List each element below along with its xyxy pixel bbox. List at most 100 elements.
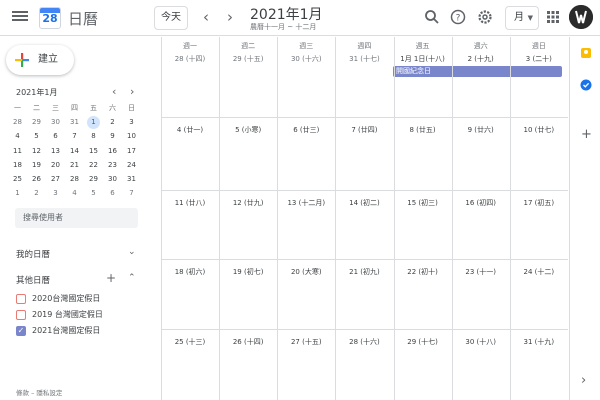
day-cell-label[interactable]: 19 (初七): [219, 267, 277, 277]
mini-day[interactable]: 4: [8, 129, 27, 143]
mini-next-month-icon[interactable]: ›: [130, 85, 134, 98]
day-cell-label[interactable]: 15 (初三): [394, 198, 452, 208]
mini-day[interactable]: 18: [8, 158, 27, 172]
mini-day[interactable]: 11: [8, 144, 27, 158]
mini-day[interactable]: 5: [84, 186, 103, 200]
other-calendars-chevron-icon[interactable]: ⌃: [128, 273, 136, 283]
day-cell-label[interactable]: 18 (初六): [161, 267, 219, 277]
day-cell-label[interactable]: 13 (十二月): [277, 198, 335, 208]
my-calendars-chevron-icon[interactable]: ⌄: [128, 247, 136, 257]
main-menu-icon[interactable]: [12, 9, 28, 25]
day-cell-label[interactable]: 20 (大寒): [277, 267, 335, 277]
next-month-icon[interactable]: ›: [227, 8, 233, 26]
day-cell-label[interactable]: 31 (十九): [510, 337, 568, 347]
day-cell-label[interactable]: 22 (初十): [394, 267, 452, 277]
view-selector-button[interactable]: 月 ▼: [505, 6, 539, 30]
day-cell-label[interactable]: 28 (十四): [161, 54, 219, 64]
today-button[interactable]: 今天: [154, 6, 188, 30]
mini-day[interactable]: 5: [27, 129, 46, 143]
day-cell-label[interactable]: 28 (十六): [335, 337, 393, 347]
mini-day[interactable]: 2: [103, 115, 122, 129]
day-cell-label[interactable]: 16 (初四): [452, 198, 510, 208]
mini-day[interactable]: 30: [46, 115, 65, 129]
mini-day[interactable]: 27: [46, 172, 65, 186]
mini-day[interactable]: 20: [46, 158, 65, 172]
mini-day[interactable]: 4: [65, 186, 84, 200]
search-icon[interactable]: [424, 9, 440, 25]
day-cell-label[interactable]: 12 (廿九): [219, 198, 277, 208]
calendar-logo[interactable]: 28: [39, 7, 61, 29]
day-cell-label[interactable]: 17 (初五): [510, 198, 568, 208]
mini-day[interactable]: 22: [84, 158, 103, 172]
day-cell-label[interactable]: 10 (廿七): [510, 125, 568, 135]
mini-prev-month-icon[interactable]: ‹: [112, 85, 116, 98]
mini-day[interactable]: 15: [84, 144, 103, 158]
calendar-list-item[interactable]: 2019 台灣國定假日: [16, 309, 103, 323]
mini-day[interactable]: 30: [103, 172, 122, 186]
day-cell-label[interactable]: 24 (十二): [510, 267, 568, 277]
mini-day[interactable]: 13: [46, 144, 65, 158]
day-cell-label[interactable]: 3 (二十): [510, 54, 568, 64]
account-avatar[interactable]: [569, 5, 593, 29]
mini-day[interactable]: 3: [46, 186, 65, 200]
mini-day[interactable]: 9: [103, 129, 122, 143]
day-cell-label[interactable]: 8 (廿五): [394, 125, 452, 135]
mini-day[interactable]: 1: [8, 186, 27, 200]
add-other-calendar-icon[interactable]: +: [106, 271, 116, 285]
mini-day[interactable]: 16: [103, 144, 122, 158]
mini-day[interactable]: 8: [84, 129, 103, 143]
mini-day-today[interactable]: 1: [84, 115, 103, 130]
mini-day[interactable]: 24: [122, 158, 141, 172]
day-cell-label[interactable]: 14 (初二): [335, 198, 393, 208]
keep-icon[interactable]: [580, 47, 592, 59]
calendar-checkbox[interactable]: [16, 309, 26, 320]
day-cell-label[interactable]: 2 (十九): [452, 54, 510, 64]
day-cell-label[interactable]: 26 (十四): [219, 337, 277, 347]
day-cell-label[interactable]: 5 (小寒): [219, 125, 277, 135]
day-cell-label[interactable]: 23 (十一): [452, 267, 510, 277]
mini-day[interactable]: 26: [27, 172, 46, 186]
mini-day[interactable]: 7: [65, 129, 84, 143]
mini-day[interactable]: 14: [65, 144, 84, 158]
day-cell-label[interactable]: 6 (廿三): [277, 125, 335, 135]
create-button[interactable]: 建立: [6, 45, 74, 75]
mini-day[interactable]: 2: [27, 186, 46, 200]
mini-day[interactable]: 21: [65, 158, 84, 172]
mini-day[interactable]: 31: [65, 115, 84, 129]
previous-month-icon[interactable]: ‹: [203, 8, 209, 26]
mini-day[interactable]: 10: [122, 129, 141, 143]
calendar-list-item[interactable]: 2020台灣國定假日: [16, 293, 100, 307]
expand-panel-icon[interactable]: ›: [581, 373, 586, 388]
mini-day[interactable]: 28: [65, 172, 84, 186]
mini-day[interactable]: 23: [103, 158, 122, 172]
tasks-icon[interactable]: [580, 79, 592, 91]
terms-privacy-footer[interactable]: 條款 – 隱私設定: [16, 387, 62, 397]
day-cell-label[interactable]: 30 (十八): [452, 337, 510, 347]
day-cell-label[interactable]: 30 (十六): [277, 54, 335, 64]
help-icon[interactable]: ?: [450, 9, 466, 25]
mini-day[interactable]: 17: [122, 144, 141, 158]
day-cell-label[interactable]: 25 (十三): [161, 337, 219, 347]
add-addon-icon[interactable]: +: [581, 127, 592, 142]
search-people-input[interactable]: 搜尋使用者: [15, 208, 138, 228]
mini-day[interactable]: 25: [8, 172, 27, 186]
calendar-checkbox[interactable]: ✓: [16, 325, 26, 336]
mini-day[interactable]: 7: [122, 186, 141, 200]
calendar-list-item[interactable]: ✓ 2021台灣國定假日: [16, 325, 100, 339]
mini-day[interactable]: 29: [27, 115, 46, 129]
day-cell-label[interactable]: 29 (十七): [394, 337, 452, 347]
day-cell-label[interactable]: 27 (十五): [277, 337, 335, 347]
my-calendars-heading[interactable]: 我的日曆: [16, 248, 50, 260]
mini-day[interactable]: 12: [27, 144, 46, 158]
mini-day[interactable]: 28: [8, 115, 27, 129]
day-cell-label[interactable]: 31 (十七): [335, 54, 393, 64]
day-cell-label[interactable]: 21 (初九): [335, 267, 393, 277]
mini-day[interactable]: 31: [122, 172, 141, 186]
mini-day[interactable]: 3: [122, 115, 141, 129]
settings-gear-icon[interactable]: [477, 9, 493, 25]
day-cell-label[interactable]: 7 (廿四): [335, 125, 393, 135]
day-cell-label[interactable]: 1月 1日(十八): [394, 54, 452, 64]
calendar-checkbox[interactable]: [16, 293, 26, 304]
other-calendars-heading[interactable]: 其他日曆: [16, 274, 50, 286]
mini-day[interactable]: 6: [103, 186, 122, 200]
